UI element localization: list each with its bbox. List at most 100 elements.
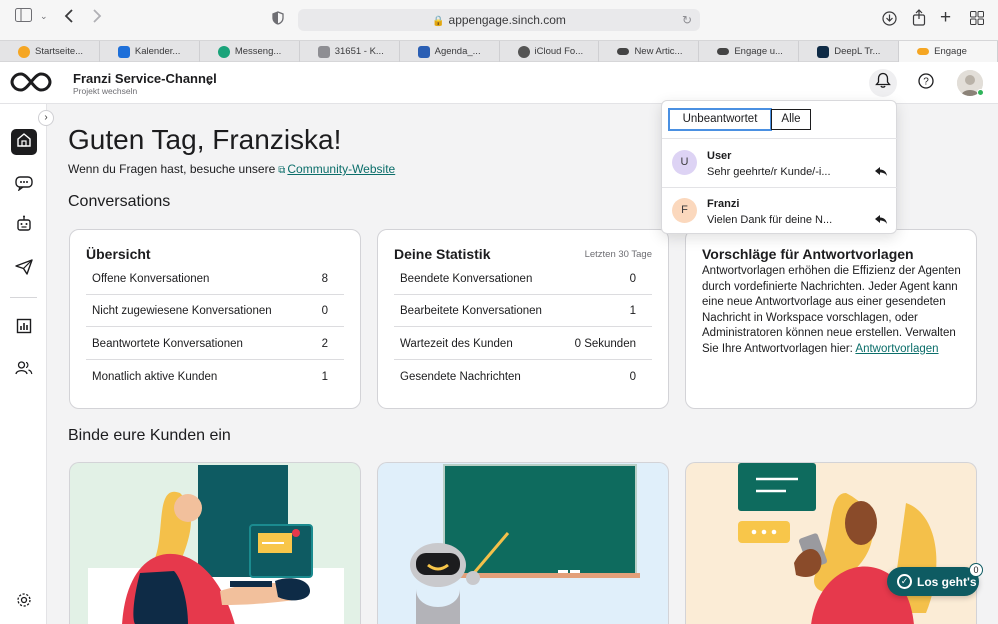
illustration-card-messaging[interactable]: [685, 462, 977, 624]
stat-row[interactable]: Monatlich aktive Kunden 1: [86, 361, 344, 393]
overview-title: Übersicht: [86, 246, 151, 262]
privacy-shield-icon[interactable]: [272, 11, 284, 29]
nav-contacts[interactable]: [11, 357, 37, 383]
tab-favicon: [617, 48, 630, 55]
nav-settings[interactable]: [11, 589, 37, 615]
community-link[interactable]: Community-Website: [287, 162, 395, 176]
notification-sender: User: [707, 150, 732, 162]
chevron-down-icon[interactable]: ⌄: [40, 11, 48, 22]
stat-row: Gesendete Nachrichten 0: [394, 361, 652, 393]
lock-icon: 🔒: [432, 16, 445, 27]
stat-row[interactable]: Offene Konversationen 8: [86, 263, 344, 295]
stat-label: Gesendete Nachrichten: [400, 371, 521, 383]
tab-label: Engage: [934, 46, 967, 57]
stat-value: 0: [321, 305, 328, 317]
chevron-right-icon: ›: [44, 112, 48, 123]
avatar: F: [672, 198, 697, 223]
stat-value: 2: [321, 338, 328, 350]
stat-row[interactable]: Beantwortete Konversationen 2: [86, 328, 344, 360]
tab-label: Startseite...: [35, 46, 84, 57]
browser-tab[interactable]: iCloud Fo...: [500, 41, 600, 62]
engage-heading: Binde eure Kunden ein: [68, 427, 231, 444]
nav-bots[interactable]: [11, 213, 37, 239]
main-sidebar: [0, 104, 47, 624]
stat-label: Beendete Konversationen: [400, 273, 533, 285]
nav-campaigns[interactable]: [11, 256, 37, 282]
forward-icon[interactable]: [92, 9, 102, 27]
help-subline: Wenn du Fragen hast, besuche unsere ⧉ Comm…: [68, 162, 395, 176]
stat-label: Offene Konversationen: [92, 273, 210, 285]
statistics-period: Letzten 30 Tage: [584, 249, 652, 260]
illustration-card-bot[interactable]: [377, 462, 669, 624]
tab-all[interactable]: Alle: [771, 109, 811, 130]
notification-item[interactable]: F Franzi Vielen Dank für deine N...: [662, 187, 898, 235]
back-icon[interactable]: [64, 9, 74, 27]
sidebar-toggle-icon[interactable]: [15, 8, 32, 26]
app-header: Franzi Service-Channel Projekt wechseln …: [0, 62, 998, 104]
overview-card: Übersicht Offene Konversationen 8 Nicht z…: [69, 229, 361, 409]
online-status-dot: [977, 89, 984, 96]
nav-home[interactable]: [11, 129, 37, 155]
reply-icon[interactable]: [874, 214, 888, 228]
reply-icon[interactable]: [874, 166, 888, 180]
browser-tab-active[interactable]: Engage: [899, 41, 998, 62]
tab-favicon: [18, 45, 30, 58]
browser-tabs: Startseite... Kalender... Messeng... 316…: [0, 40, 998, 62]
browser-tab[interactable]: DeepL Tr...: [799, 41, 900, 62]
tab-favicon: [717, 48, 730, 55]
illustration-card-agent[interactable]: [69, 462, 361, 624]
analytics-icon: [16, 318, 32, 339]
nav-analytics[interactable]: [11, 315, 37, 341]
reload-icon[interactable]: ↻: [682, 9, 692, 31]
tab-overview-icon[interactable]: [970, 11, 984, 29]
help-icon: ?: [918, 72, 934, 94]
chevron-down-icon[interactable]: ⌄: [204, 73, 215, 89]
sinch-logo[interactable]: [10, 70, 52, 94]
get-started-label: Los geht's: [917, 574, 977, 589]
home-icon: [16, 132, 32, 153]
tab-favicon: [517, 45, 530, 58]
browser-tab[interactable]: Agenda_...: [400, 41, 500, 62]
stat-value: 1: [321, 371, 328, 383]
tab-favicon: [817, 45, 830, 58]
tab-unanswered[interactable]: Unbeantwortet: [668, 108, 772, 131]
browser-toolbar: ⌄ 🔒 appengage.sinch.com ↻ +: [0, 0, 998, 40]
notification-preview: Sehr geehrte/r Kunde/-i...: [707, 166, 831, 178]
tab-favicon: [217, 45, 230, 58]
new-tab-icon[interactable]: +: [940, 7, 951, 29]
download-icon[interactable]: [882, 11, 897, 30]
templates-link[interactable]: Antwortvorlagen: [855, 343, 938, 355]
statistics-title: Deine Statistik: [394, 246, 491, 262]
browser-tab[interactable]: Engage u...: [699, 41, 800, 62]
project-switch-label[interactable]: Projekt wechseln: [73, 86, 137, 96]
nav-conversations[interactable]: [11, 172, 37, 198]
stat-value: 1: [629, 305, 636, 317]
browser-tab[interactable]: Startseite...: [0, 41, 100, 62]
stat-value: 0: [629, 371, 636, 383]
stat-label: Bearbeitete Konversationen: [400, 305, 542, 317]
external-link-icon: ⧉: [278, 165, 286, 176]
messaging-illustration: [738, 463, 937, 624]
notifications-popover: Unbeantwortet Alle U User Sehr geehrte/r…: [661, 100, 898, 235]
browser-tab[interactable]: Messeng...: [200, 41, 300, 62]
share-icon[interactable]: [912, 9, 926, 30]
stat-row[interactable]: Nicht zugewiesene Konversationen 0: [86, 295, 344, 327]
stat-label: Monatlich aktive Kunden: [92, 371, 218, 383]
notifications-button[interactable]: [869, 69, 897, 97]
stat-row: Wartezeit des Kunden 0 Sekunden: [394, 328, 652, 360]
browser-tab[interactable]: 31651 - K...: [300, 41, 400, 62]
notification-preview: Vielen Dank für deine N...: [707, 214, 833, 226]
url-bar[interactable]: 🔒 appengage.sinch.com ↻: [298, 9, 700, 31]
get-started-button[interactable]: ✓ Los geht's: [887, 567, 979, 596]
browser-tab[interactable]: Kalender...: [100, 41, 200, 62]
notification-item[interactable]: U User Sehr geehrte/r Kunde/-i...: [662, 139, 898, 187]
contacts-icon: [15, 360, 33, 381]
sidebar-expand-button[interactable]: ›: [38, 110, 54, 126]
stat-label: Beantwortete Konversationen: [92, 338, 243, 350]
help-button[interactable]: ?: [912, 69, 940, 97]
browser-tab[interactable]: New Artic...: [599, 41, 700, 62]
project-title[interactable]: Franzi Service-Channel: [73, 71, 217, 86]
bot-icon: [16, 215, 32, 238]
statistics-card: Deine Statistik Letzten 30 Tage Beendete…: [377, 229, 669, 409]
subline-text: Wenn du Fragen hast, besuche unsere: [68, 162, 276, 176]
